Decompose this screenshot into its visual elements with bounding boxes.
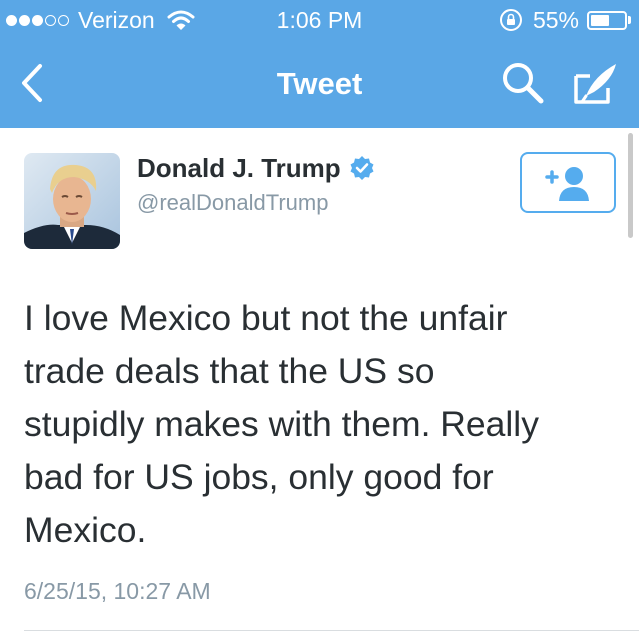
author-handle[interactable]: @realDonaldTrump <box>137 188 375 218</box>
tweet-line: I love Mexico but not the unfair <box>24 298 508 338</box>
rotation-lock-icon <box>499 9 522 31</box>
author-info: Donald J. Trump @realDonaldTrump <box>137 150 375 218</box>
tweet-line: stupidly makes with them. Really <box>24 404 539 444</box>
nav-bar: Tweet <box>0 40 639 128</box>
battery-tip <box>628 16 631 24</box>
status-bar: Verizon 1:06 PM 55% <box>0 0 639 40</box>
add-user-icon <box>545 166 589 201</box>
follow-button[interactable] <box>520 152 616 213</box>
scrollbar[interactable] <box>628 133 633 238</box>
author-name[interactable]: Donald J. Trump <box>137 150 341 186</box>
tweet-line: Mexico. <box>24 510 147 550</box>
tweet-text: I love Mexico but not the unfair trade de… <box>24 292 624 557</box>
avatar[interactable] <box>24 153 120 249</box>
top-bar: Verizon 1:06 PM 55% Tweet <box>0 0 639 128</box>
search-icon[interactable] <box>498 58 546 108</box>
compose-quill-icon[interactable] <box>570 58 622 108</box>
battery-percent: 55% <box>532 7 579 33</box>
battery-icon <box>587 10 627 30</box>
divider <box>24 630 639 631</box>
tweet-timestamp: 6/25/15, 10:27 AM <box>24 578 211 604</box>
verified-badge-icon <box>350 156 374 180</box>
name-row: Donald J. Trump <box>137 150 375 186</box>
tweet-line: trade deals that the US so <box>24 351 435 391</box>
status-right: 55% <box>499 7 631 33</box>
tweet-line: bad for US jobs, only good for <box>24 457 494 497</box>
